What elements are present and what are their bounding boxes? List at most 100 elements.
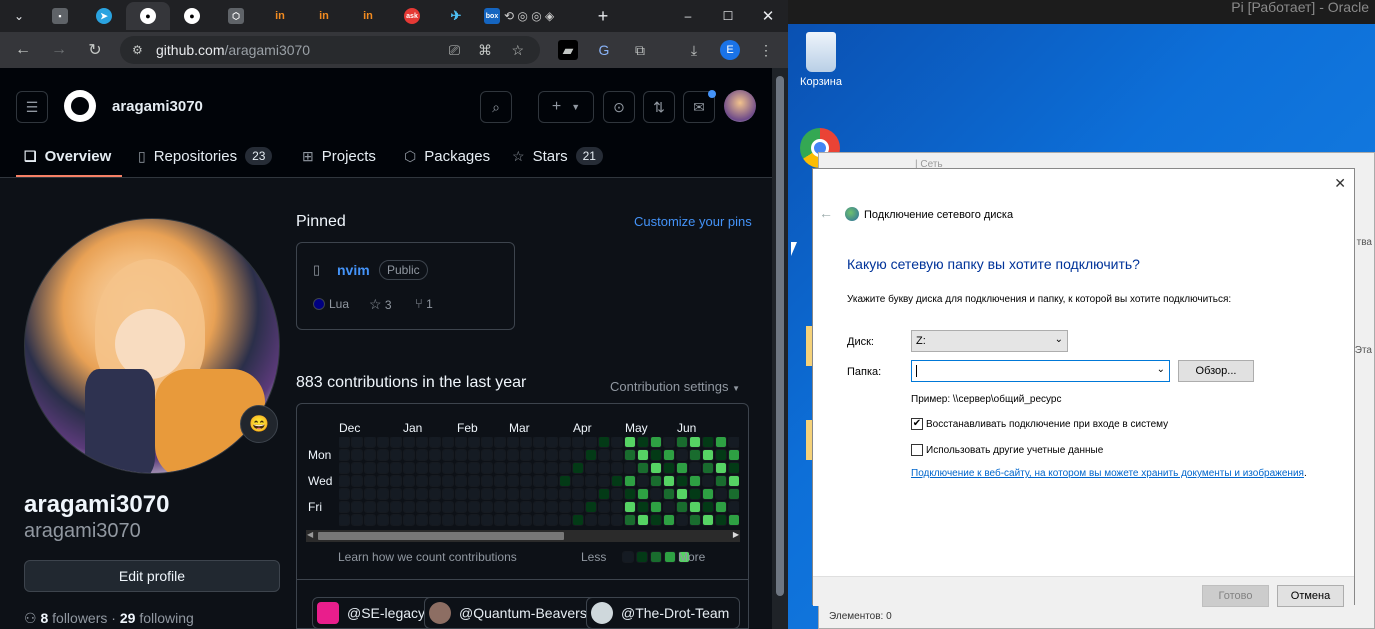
contribution-day[interactable] (494, 501, 506, 513)
tab-group-misc[interactable]: box ⟲ ◎ ◎ ◈ (478, 2, 588, 30)
contribution-day[interactable] (533, 475, 545, 487)
contribution-day[interactable] (676, 488, 688, 500)
download-icon[interactable]: ⤓ (684, 40, 704, 60)
contribution-day[interactable] (637, 449, 649, 461)
translate-icon[interactable]: ⌘ (478, 42, 492, 59)
contribution-day[interactable] (533, 462, 545, 474)
contribution-day[interactable] (468, 475, 480, 487)
contribution-day[interactable] (339, 437, 350, 448)
contribution-day[interactable] (702, 501, 714, 513)
contribution-day[interactable] (364, 514, 376, 526)
hamburger-menu-button[interactable]: ☰ (16, 91, 48, 123)
contribution-day[interactable] (702, 449, 714, 461)
contribution-day[interactable] (481, 488, 493, 500)
contribution-day[interactable] (416, 462, 428, 474)
tab-in-3[interactable]: in (346, 2, 390, 30)
contribution-day[interactable] (377, 462, 389, 474)
contribution-day[interactable] (546, 488, 558, 500)
contribution-day[interactable] (377, 437, 389, 448)
contribution-day[interactable] (728, 449, 739, 461)
contribution-day[interactable] (546, 449, 558, 461)
tab-overview[interactable]: ❑ Overview (24, 144, 111, 168)
contribution-day[interactable] (728, 488, 739, 500)
contribution-day[interactable] (637, 514, 649, 526)
contribution-day[interactable] (377, 475, 389, 487)
contribution-day[interactable] (520, 501, 532, 513)
user-avatar-button[interactable] (724, 90, 756, 122)
contribution-day[interactable] (520, 488, 532, 500)
contribution-day[interactable] (481, 501, 493, 513)
dialog-close-button[interactable]: ✕ (1334, 175, 1346, 192)
contribution-day[interactable] (351, 488, 363, 500)
page-scrollbar[interactable] (772, 68, 788, 629)
tab-chat[interactable]: ▪ (38, 2, 82, 30)
other-credentials-label[interactable]: Использовать другие учетные данные (926, 445, 1103, 456)
contribution-day[interactable] (351, 501, 363, 513)
contribution-day[interactable] (663, 501, 675, 513)
website-link[interactable]: Подключение к веб-сайту, на котором вы м… (911, 468, 1304, 479)
tab-telegram[interactable]: ➤ (82, 2, 126, 30)
contribution-day[interactable] (559, 514, 571, 526)
contribution-day[interactable] (585, 462, 597, 474)
tab-github-active[interactable]: ● (126, 2, 170, 30)
contribution-day[interactable] (429, 488, 441, 500)
contribution-day[interactable] (364, 437, 376, 448)
header-username[interactable]: aragami3070 (112, 98, 203, 115)
contribution-day[interactable] (546, 462, 558, 474)
contribution-day[interactable] (442, 488, 454, 500)
contribution-day[interactable] (676, 501, 688, 513)
contribution-day[interactable] (494, 449, 506, 461)
contribution-day[interactable] (468, 449, 480, 461)
contribution-day[interactable] (663, 462, 675, 474)
contribution-day[interactable] (650, 475, 662, 487)
contribution-day[interactable] (702, 488, 714, 500)
contribution-day[interactable] (650, 462, 662, 474)
contribution-day[interactable] (598, 437, 610, 448)
tab-packages[interactable]: ⬡ Packages (404, 144, 490, 168)
contribution-day[interactable] (611, 514, 623, 526)
contribution-day[interactable] (624, 437, 636, 448)
contribution-day[interactable] (637, 488, 649, 500)
contribution-day[interactable] (339, 488, 350, 500)
contribution-day[interactable] (364, 501, 376, 513)
new-tab-button[interactable]: + (588, 2, 618, 30)
contribution-day[interactable] (624, 475, 636, 487)
contribution-day[interactable] (637, 501, 649, 513)
contribution-day[interactable] (559, 462, 571, 474)
contribution-day[interactable] (455, 501, 467, 513)
contribution-day[interactable] (650, 514, 662, 526)
forks-link[interactable]: ⑂ 1 (415, 296, 433, 311)
contribution-day[interactable] (559, 501, 571, 513)
close-window-button[interactable]: ✕ (748, 2, 788, 30)
contribution-day[interactable] (429, 437, 441, 448)
scroll-left-icon[interactable]: ◀ (307, 530, 313, 539)
contribution-day[interactable] (572, 449, 584, 461)
tab-in-1[interactable]: in (258, 2, 302, 30)
contribution-day[interactable] (572, 514, 584, 526)
contribution-day[interactable] (429, 501, 441, 513)
contribution-day[interactable] (533, 514, 545, 526)
contribution-day[interactable] (598, 501, 610, 513)
contribution-day[interactable] (585, 475, 597, 487)
contribution-day[interactable] (429, 449, 441, 461)
contribution-day[interactable] (339, 449, 350, 461)
drive-select[interactable]: Z: ⌄ (911, 330, 1068, 352)
install-app-icon[interactable]: ⎚ (449, 42, 460, 59)
profile-avatar-button[interactable]: E (720, 40, 740, 60)
contribution-day[interactable] (533, 501, 545, 513)
contribution-day[interactable] (403, 488, 415, 500)
contribution-day[interactable] (403, 449, 415, 461)
notifications-button[interactable]: ✉ (683, 90, 716, 123)
contribution-day[interactable] (481, 514, 493, 526)
contribution-day[interactable] (715, 437, 727, 448)
contribution-day[interactable] (689, 488, 701, 500)
contribution-day[interactable] (494, 462, 506, 474)
contribution-day[interactable] (676, 437, 688, 448)
search-button[interactable]: ⌕ (480, 91, 512, 123)
cancel-button[interactable]: Отмена (1277, 585, 1344, 607)
reload-button[interactable]: ↻ (80, 35, 110, 65)
contribution-day[interactable] (572, 437, 584, 448)
contribution-day[interactable] (481, 475, 493, 487)
contribution-day[interactable] (650, 488, 662, 500)
contribution-day[interactable] (442, 449, 454, 461)
